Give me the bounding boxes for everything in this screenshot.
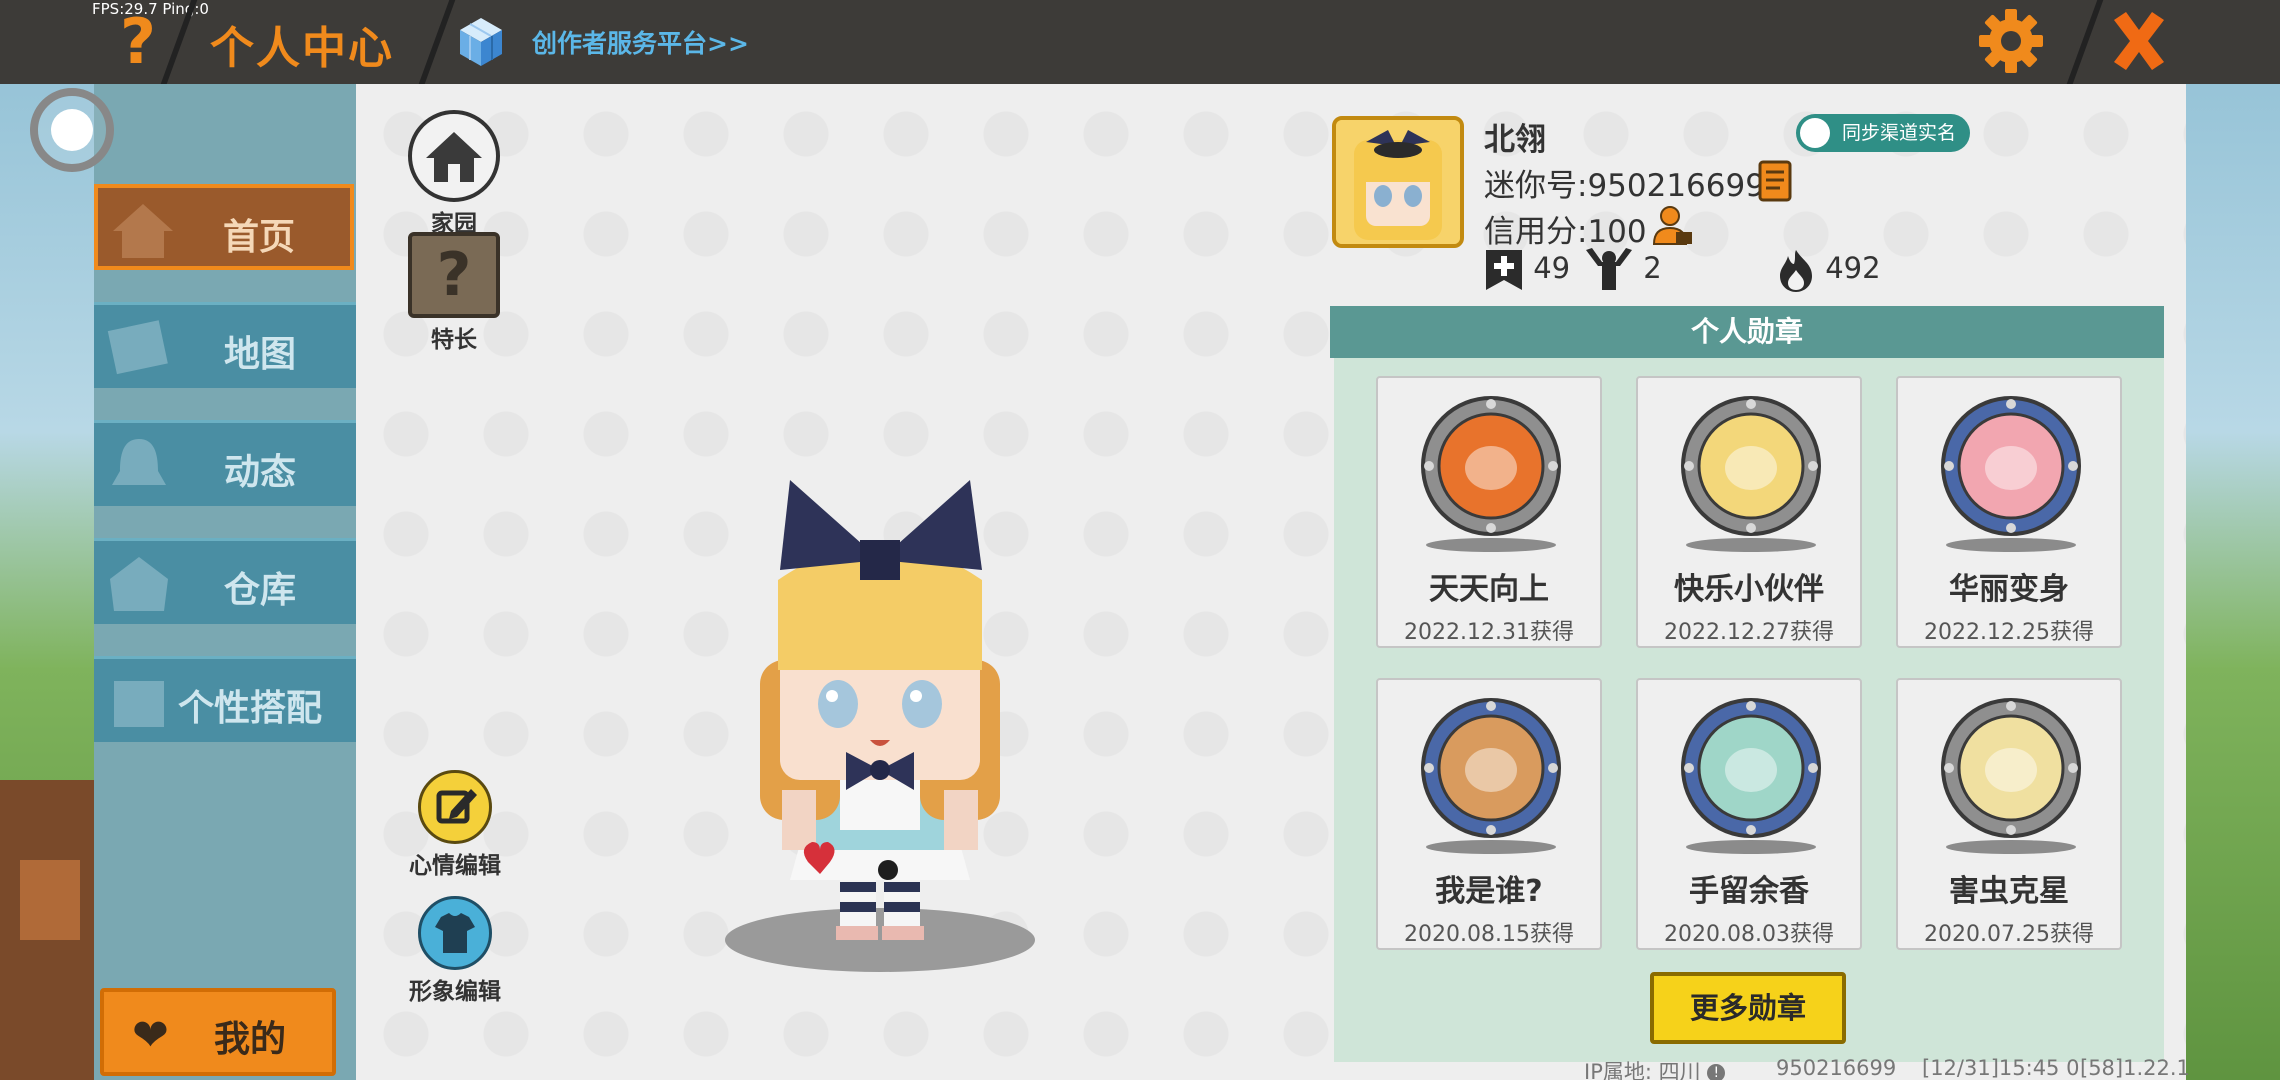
medal-name: 害虫克星 [1949,874,2069,909]
shirt-icon [418,896,492,970]
copy-icon[interactable] [1756,160,1794,202]
sidebar-item-outfit[interactable]: 个性搭配 [94,656,356,742]
cube-icon[interactable] [458,16,504,68]
my-button-label: 我的 [214,1019,287,1060]
cheer-icon [1586,248,1632,290]
medal-shadow [1426,538,1556,552]
talent-label: 特长 [431,327,477,353]
medal-name: 华丽变身 [1949,572,2069,607]
sidebar-item-label: 动态 [223,452,296,493]
medal-name: 手留余香 [1689,874,1809,909]
ip-location: IP属地: 四川 ! [1584,1056,1726,1080]
medal-date: 2020.08.15获得 [1404,922,1574,947]
medal-card[interactable]: 华丽变身 2022.12.25获得 [1896,376,2122,648]
close-icon[interactable] [2104,6,2174,76]
sidebar-item-label: 首页 [222,217,295,258]
edit-icon [418,770,492,844]
bookmark-plus-icon [1486,250,1522,290]
more-medals-button[interactable]: 更多勋章 [1650,972,1846,1044]
flower-medal-icon [1681,698,1821,838]
friends-medal-icon [1681,396,1821,536]
user-id-footer: 950216699 [1776,1056,1897,1080]
medal-card[interactable]: 天天向上 2022.12.31获得 [1376,376,1602,648]
avatar[interactable] [1332,116,1464,248]
friends-count: 49 [1533,251,1571,285]
info-icon[interactable]: ! [1707,1064,1726,1080]
help-button[interactable]: ? [108,8,168,76]
sidebar-item-home[interactable]: 首页 [94,184,354,270]
home-shortcut[interactable]: 家园 [408,110,500,238]
medal-name: 天天向上 [1429,572,1549,607]
medal-card[interactable]: 我是谁? 2020.08.15获得 [1376,678,1602,950]
sidebar-item-feed[interactable]: 动态 [94,420,356,506]
medal-date: 2020.07.25获得 [1924,922,2094,947]
version: [58]1.22.1 [2080,1056,2190,1080]
mini-id: 迷你号:950216699 [1484,168,1765,204]
my-button[interactable]: ❤ 我的 [100,988,336,1076]
sync-realname-label: 同步渠道实名 [1842,122,1957,144]
medal-shadow [1686,840,1816,854]
sidebar-item-warehouse[interactable]: 仓库 [94,538,356,624]
sidebar-item-label: 地图 [223,334,296,375]
talent-shortcut[interactable]: ? 特长 [408,232,500,354]
timestamp: [12/31]15:45 0 [1922,1056,2080,1080]
heart-icon: ❤ [132,1010,169,1061]
sidebar-item-label: 仓库 [223,570,296,611]
friends-stat[interactable]: 49 [1484,248,1570,292]
flame-icon [1780,250,1812,292]
medal-date: 2022.12.27获得 [1664,620,1834,645]
user-check-icon [1800,118,1830,148]
record-button[interactable] [30,88,114,172]
mood-edit-shortcut[interactable]: 心情编辑 [400,770,510,880]
medal-date: 2020.08.03获得 [1664,922,1834,947]
popularity-count: 492 [1825,251,1881,285]
medal-shadow [1946,840,2076,854]
look-edit-label: 形象编辑 [409,979,501,1005]
medal-shadow [1946,538,2076,552]
gear-icon[interactable] [1978,8,2044,74]
sidebar-item-label: 个性搭配 [177,688,322,729]
bug-medal-icon [1941,698,2081,838]
popularity-stat[interactable]: 492 [1776,248,1881,292]
username: 北翎 [1484,122,1546,158]
medal-shadow [1686,538,1816,552]
home-icon [408,110,500,202]
medal-card[interactable]: 快乐小伙伴 2022.12.27获得 [1636,376,1862,648]
credit-score: 信用分:100 [1484,214,1647,250]
look-edit-shortcut[interactable]: 形象编辑 [400,896,510,1006]
calendar-medal-icon [1421,396,1561,536]
card-medal-icon [1421,698,1561,838]
page-title: 个人中心 [210,23,394,74]
world-block [20,860,80,940]
fans-stat[interactable]: 2 [1584,248,1662,292]
creator-platform-link[interactable]: 创作者服务平台>> [532,24,749,60]
medal-date: 2022.12.25获得 [1924,620,2094,645]
mood-edit-label: 心情编辑 [409,853,501,879]
medal-shadow [1426,840,1556,854]
medal-name: 快乐小伙伴 [1674,572,1824,607]
player-avatar-character[interactable] [720,470,1040,980]
medal-date: 2022.12.31获得 [1404,620,1574,645]
transform-medal-icon [1941,396,2081,536]
fans-count: 2 [1643,251,1662,285]
mystery-box-icon: ? [408,232,500,318]
sync-realname-badge[interactable]: 同步渠道实名 [1796,114,1971,152]
medal-card[interactable]: 害虫克星 2020.07.25获得 [1896,678,2122,950]
ip-location-label: IP属地: 四川 [1584,1060,1701,1080]
sidebar-item-map[interactable]: 地图 [94,302,356,388]
medal-card[interactable]: 手留余香 2020.08.03获得 [1636,678,1862,950]
person-badge-icon[interactable] [1650,204,1694,248]
medal-panel-title: 个人勋章 [1330,306,2164,358]
medal-name: 我是谁? [1435,874,1543,909]
